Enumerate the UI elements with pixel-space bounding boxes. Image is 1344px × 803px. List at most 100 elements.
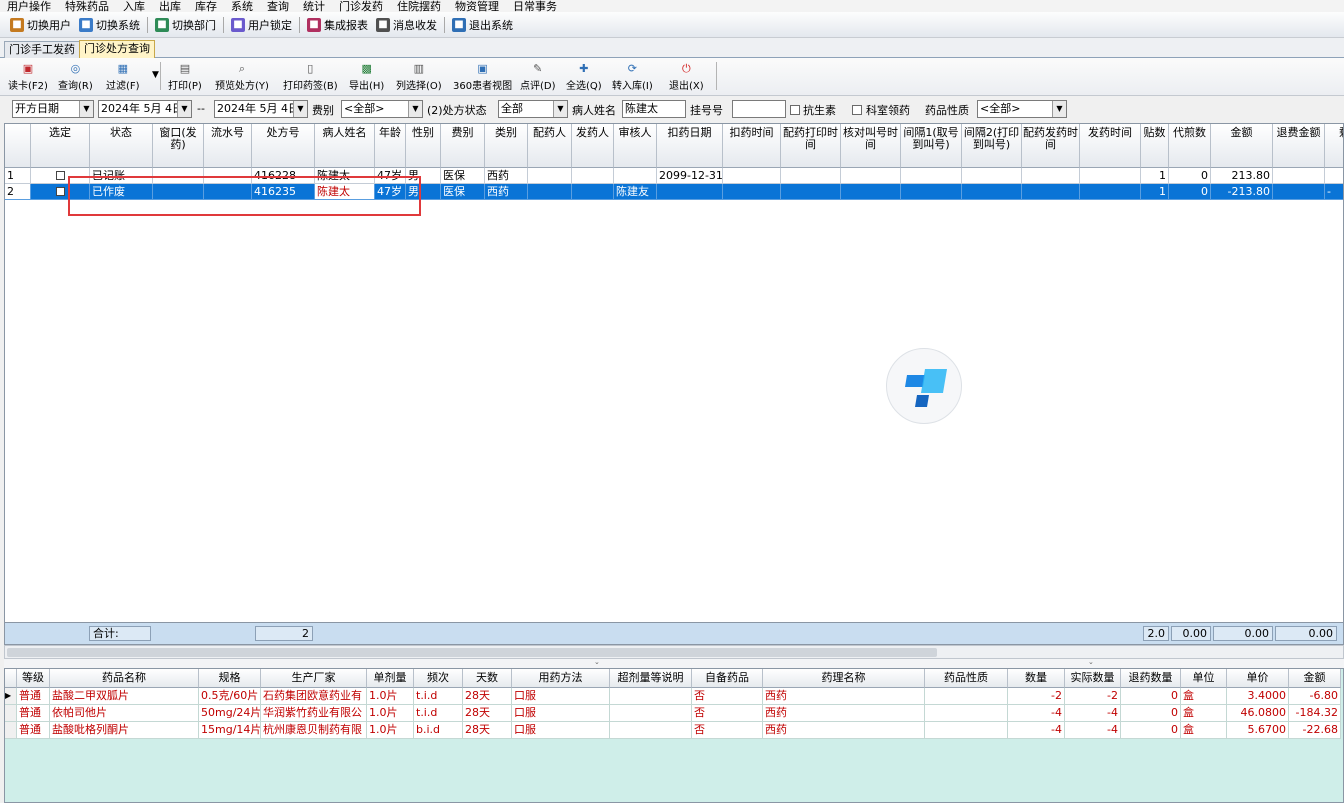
detail-column-header-15[interactable]: 退药数量 xyxy=(1121,669,1181,688)
column-header-22[interactable]: 贴数 xyxy=(1141,124,1169,168)
action-button-1[interactable]: ◎ 查询(R) xyxy=(58,62,93,94)
action-button-2[interactable]: ▦ 过滤(F) xyxy=(106,62,140,94)
column-header-12[interactable]: 发药人 xyxy=(572,124,614,168)
column-header-15[interactable]: 扣药时间 xyxy=(723,124,781,168)
action-button-0[interactable]: ▣ 读卡(F2) xyxy=(8,62,48,94)
reg-no-input[interactable] xyxy=(732,100,786,118)
column-header-9[interactable]: 费别 xyxy=(441,124,485,168)
cell-col1[interactable] xyxy=(31,184,90,200)
date-type-select[interactable]: 开方日期 ▼ xyxy=(12,100,94,118)
detail-column-header-9[interactable]: 超剂量等说明 xyxy=(610,669,692,688)
cell-col1[interactable] xyxy=(31,168,90,184)
column-header-20[interactable]: 配药发药时间 xyxy=(1022,124,1080,168)
panel-splitter[interactable]: ⌄ ⌄ xyxy=(4,658,1344,668)
action-button-8[interactable]: ▣ 360患者视图 xyxy=(453,62,512,94)
action-button-4[interactable]: ⌕ 预览处方(Y) xyxy=(215,62,269,94)
detail-column-header-2[interactable]: 药品名称 xyxy=(50,669,199,688)
action-button-5[interactable]: ▯ 打印药签(B) xyxy=(283,62,338,94)
action-button-3[interactable]: ▤ 打印(P) xyxy=(168,62,202,94)
action-button-7[interactable]: ▥ 列选择(O) xyxy=(396,62,442,94)
detail-column-header-13[interactable]: 数量 xyxy=(1008,669,1065,688)
column-header-23[interactable]: 代煎数 xyxy=(1169,124,1211,168)
menu-item-6[interactable]: 查询 xyxy=(260,1,296,12)
status-select[interactable]: 全部 ▼ xyxy=(498,100,568,118)
detail-column-header-6[interactable]: 频次 xyxy=(414,669,463,688)
detail-column-header-7[interactable]: 天数 xyxy=(463,669,512,688)
toolbar-button-5[interactable]: ■ 消息收发 xyxy=(372,15,441,35)
action-button-10[interactable]: ✚ 全选(Q) xyxy=(566,62,602,94)
detail-column-header-3[interactable]: 规格 xyxy=(199,669,261,688)
patient-name-input[interactable]: 陈建太 xyxy=(622,100,686,118)
menu-item-5[interactable]: 系统 xyxy=(224,1,260,12)
column-header-26[interactable]: 剩 xyxy=(1325,124,1343,168)
menu-item-11[interactable]: 日常事务 xyxy=(506,1,564,12)
drug-nature-select[interactable]: <全部> ▼ xyxy=(977,100,1067,118)
action-button-11[interactable]: ⟳ 转入库(I) xyxy=(612,62,653,94)
column-header-18[interactable]: 间隔1(取号到叫号) xyxy=(901,124,962,168)
tab-prescription-query[interactable]: 门诊处方查询 xyxy=(79,40,155,58)
column-header-4[interactable]: 流水号 xyxy=(204,124,252,168)
detail-column-header-8[interactable]: 用药方法 xyxy=(512,669,610,688)
column-header-8[interactable]: 性别 xyxy=(406,124,441,168)
toolbar-button-2[interactable]: ■ 切换部门 xyxy=(151,15,220,35)
menu-item-3[interactable]: 出库 xyxy=(152,1,188,12)
menu-item-4[interactable]: 库存 xyxy=(188,1,224,12)
action-button-6[interactable]: ▩ 导出(H) xyxy=(349,62,384,94)
column-header-11[interactable]: 配药人 xyxy=(528,124,572,168)
column-header-13[interactable]: 审核人 xyxy=(614,124,657,168)
detail-column-header-1[interactable]: 等级 xyxy=(17,669,50,688)
column-header-2[interactable]: 状态 xyxy=(90,124,153,168)
column-header-10[interactable]: 类别 xyxy=(485,124,528,168)
column-header-6[interactable]: 病人姓名 xyxy=(315,124,375,168)
menu-item-0[interactable]: 用户操作 xyxy=(0,1,58,12)
date-to-picker[interactable]: 2024年 5月 4日 ▼ xyxy=(214,100,308,118)
dept-drug-checkbox[interactable] xyxy=(852,105,862,115)
column-header-19[interactable]: 间隔2(打印到叫号) xyxy=(962,124,1022,168)
toolbar-button-0[interactable]: ■ 切换用户 xyxy=(6,15,75,35)
table-row[interactable]: 普通 盐酸吡格列酮片 15mg/14片 杭州康恩贝制药有限 1.0片 b.i.d 28天 口服… xyxy=(5,722,1343,739)
menu-item-8[interactable]: 门诊发药 xyxy=(332,1,390,12)
select-checkbox[interactable] xyxy=(55,187,65,196)
toolbar-button-3[interactable]: ■ 用户锁定 xyxy=(227,15,296,35)
horizontal-scrollbar[interactable] xyxy=(4,645,1344,659)
date-from-picker[interactable]: 2024年 5月 4日 ▼ xyxy=(98,100,192,118)
column-header-17[interactable]: 核对叫号时间 xyxy=(841,124,901,168)
menu-item-7[interactable]: 统计 xyxy=(296,1,332,12)
detail-column-header-4[interactable]: 生产厂家 xyxy=(261,669,367,688)
column-header-3[interactable]: 窗口(发药) xyxy=(153,124,204,168)
select-checkbox[interactable] xyxy=(55,171,65,180)
detail-column-header-5[interactable]: 单剂量 xyxy=(367,669,414,688)
toolbar-button-6[interactable]: ■ 退出系统 xyxy=(448,15,517,35)
menu-item-9[interactable]: 住院摆药 xyxy=(390,1,448,12)
action-button-12[interactable]: ⏻ 退出(X) xyxy=(669,62,704,94)
detail-column-header-17[interactable]: 单价 xyxy=(1227,669,1289,688)
menu-item-10[interactable]: 物资管理 xyxy=(448,1,506,12)
table-row[interactable]: 2 已作废 416235 陈建太 47岁男医保 西药 陈建友 1 0 -213.80 - xyxy=(5,184,1343,200)
tab-manual-dispense[interactable]: 门诊手工发药 xyxy=(4,41,80,58)
column-header-1[interactable]: 选定 xyxy=(31,124,90,168)
scrollbar-thumb[interactable] xyxy=(7,648,937,657)
column-header-21[interactable]: 发药时间 xyxy=(1080,124,1141,168)
action-button-9[interactable]: ✎ 点评(D) xyxy=(520,62,556,94)
table-row[interactable]: ▶ 普通 盐酸二甲双胍片 0.5克/60片 石药集团欧意药业有 1.0片 t.i.d 28天口… xyxy=(5,688,1343,705)
toolbar-button-4[interactable]: ■ 集成报表 xyxy=(303,15,372,35)
detail-column-header-16[interactable]: 单位 xyxy=(1181,669,1227,688)
antibiotic-checkbox[interactable] xyxy=(790,105,800,115)
detail-column-header-11[interactable]: 药理名称 xyxy=(763,669,925,688)
column-header-0[interactable] xyxy=(5,124,31,168)
detail-column-header-14[interactable]: 实际数量 xyxy=(1065,669,1121,688)
column-header-14[interactable]: 扣药日期 xyxy=(657,124,723,168)
detail-column-header-0[interactable] xyxy=(5,669,17,688)
column-header-5[interactable]: 处方号 xyxy=(252,124,315,168)
toolbar-button-1[interactable]: ■ 切换系统 xyxy=(75,15,144,35)
column-header-24[interactable]: 金额 xyxy=(1211,124,1273,168)
column-header-16[interactable]: 配药打印时间 xyxy=(781,124,841,168)
menu-item-2[interactable]: 入库 xyxy=(116,1,152,12)
detail-column-header-10[interactable]: 自备药品 xyxy=(692,669,763,688)
menu-item-1[interactable]: 特殊药品 xyxy=(58,1,116,12)
table-row[interactable]: 普通 依帕司他片 50mg/24片 华润紫竹药业有限公 1.0片 t.i.d 28天 口服 否西… xyxy=(5,705,1343,722)
detail-column-header-18[interactable]: 金额 xyxy=(1289,669,1341,688)
table-row[interactable]: 1 已记账 416228 陈建太 47岁男医保 西药 2099-12-31 1 0 213.80 xyxy=(5,168,1343,184)
detail-column-header-12[interactable]: 药品性质 xyxy=(925,669,1008,688)
fee-select[interactable]: <全部> ▼ xyxy=(341,100,423,118)
